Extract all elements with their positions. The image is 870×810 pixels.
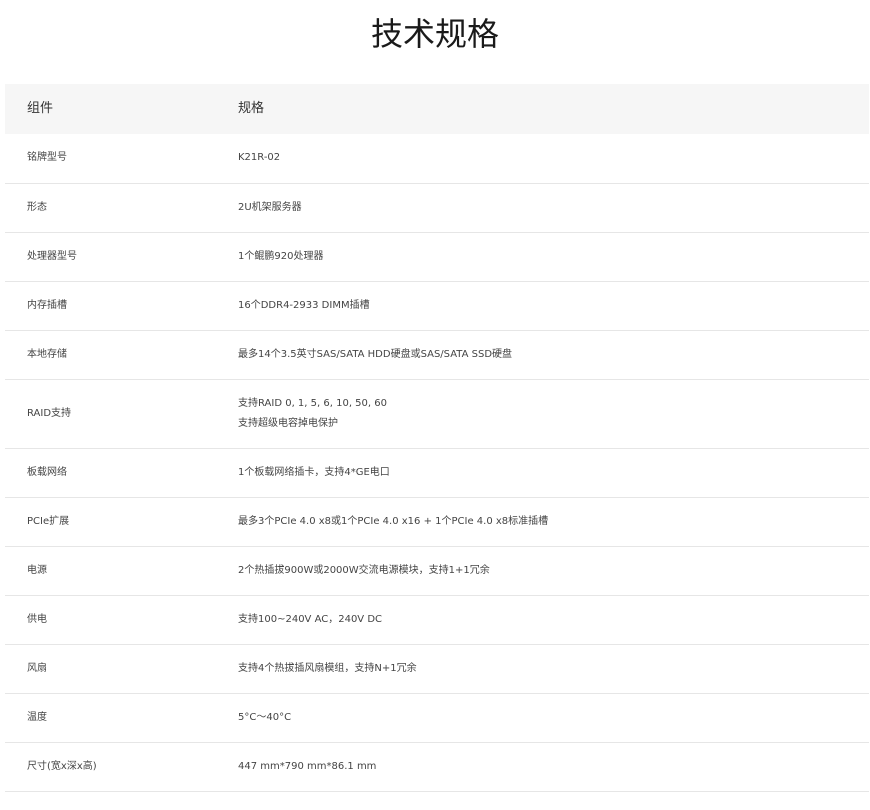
- spec-line: 支持超级电容掉电保护: [238, 417, 338, 429]
- spec-line: 支持4个热拔插风扇模组，支持N+1冗余: [238, 662, 417, 674]
- row-component: 温度: [27, 711, 47, 723]
- row-spec: 2U机架服务器: [238, 183, 869, 232]
- spec-line: 最多14个3.5英寸SAS/SATA HDD硬盘或SAS/SATA SSD硬盘: [238, 348, 513, 360]
- row-spec: 支持RAID 0, 1, 5, 6, 10, 50, 60 支持超级电容掉电保护: [238, 379, 869, 448]
- row-spec: 1个鲲鹏920处理器: [238, 232, 869, 281]
- table-header-row: 组件 规格: [5, 84, 869, 134]
- row-spec: 最多3个PCIe 4.0 x8或1个PCIe 4.0 x16 + 1个PCIe …: [238, 497, 869, 546]
- row-component: 形态: [27, 201, 47, 213]
- spec-line: 2个热插拔900W或2000W交流电源模块，支持1+1冗余: [238, 564, 490, 576]
- table-row: 形态 2U机架服务器: [5, 183, 869, 232]
- row-spec: 最多14个3.5英寸SAS/SATA HDD硬盘或SAS/SATA SSD硬盘: [238, 330, 869, 379]
- row-component: RAID支持: [27, 407, 72, 419]
- row-component: 处理器型号: [27, 250, 77, 262]
- spec-table: 组件 规格 铭牌型号 K21R-02 形态 2U机架服务器 处理器型号 1个鲲鹏…: [5, 84, 869, 792]
- row-component: 供电: [27, 613, 47, 625]
- row-component: 尺寸(宽x深x高): [27, 760, 97, 772]
- table-row: 电源 2个热插拔900W或2000W交流电源模块，支持1+1冗余: [5, 546, 869, 595]
- row-spec: 5°C～40°C: [238, 693, 869, 742]
- spec-line: 16个DDR4-2933 DIMM插槽: [238, 299, 370, 311]
- column-header-component: 组件: [27, 101, 54, 116]
- row-component: 本地存储: [27, 348, 67, 360]
- row-spec: 支持4个热拔插风扇模组，支持N+1冗余: [238, 644, 869, 693]
- table-row: 尺寸(宽x深x高) 447 mm*790 mm*86.1 mm: [5, 742, 869, 791]
- row-component: 电源: [27, 564, 47, 576]
- table-row: 风扇 支持4个热拔插风扇模组，支持N+1冗余: [5, 644, 869, 693]
- spec-line: K21R-02: [238, 152, 281, 164]
- table-row: 供电 支持100~240V AC，240V DC: [5, 595, 869, 644]
- spec-line: 支持RAID 0, 1, 5, 6, 10, 50, 60: [238, 397, 387, 409]
- row-component: 铭牌型号: [27, 152, 67, 164]
- spec-line: 447 mm*790 mm*86.1 mm: [238, 760, 377, 772]
- table-row: 内存插槽 16个DDR4-2933 DIMM插槽: [5, 281, 869, 330]
- row-spec: 16个DDR4-2933 DIMM插槽: [238, 281, 869, 330]
- spec-line: 最多3个PCIe 4.0 x8或1个PCIe 4.0 x16 + 1个PCIe …: [238, 515, 549, 527]
- row-component: 板载网络: [27, 466, 67, 478]
- table-row: PCIe扩展 最多3个PCIe 4.0 x8或1个PCIe 4.0 x16 + …: [5, 497, 869, 546]
- spec-line: 5°C～40°C: [238, 711, 292, 723]
- spec-line: 支持100~240V AC，240V DC: [238, 613, 383, 625]
- spec-line: 2U机架服务器: [238, 201, 302, 213]
- row-spec: 2个热插拔900W或2000W交流电源模块，支持1+1冗余: [238, 546, 869, 595]
- column-header-spec: 规格: [238, 101, 265, 116]
- table-row: 处理器型号 1个鲲鹏920处理器: [5, 232, 869, 281]
- row-component: 风扇: [27, 662, 47, 674]
- row-component: 内存插槽: [27, 299, 67, 311]
- spec-line: 1个板载网络插卡，支持4*GE电口: [238, 466, 390, 478]
- row-spec: 1个板载网络插卡，支持4*GE电口: [238, 448, 869, 497]
- row-spec: 支持100~240V AC，240V DC: [238, 595, 869, 644]
- row-component: PCIe扩展: [27, 515, 70, 527]
- table-row: 板载网络 1个板载网络插卡，支持4*GE电口: [5, 448, 869, 497]
- table-row: RAID支持 支持RAID 0, 1, 5, 6, 10, 50, 60 支持超…: [5, 379, 869, 448]
- table-row: 温度 5°C～40°C: [5, 693, 869, 742]
- page-title: 技术规格: [370, 15, 499, 53]
- row-spec: K21R-02: [238, 134, 869, 183]
- table-row: 本地存储 最多14个3.5英寸SAS/SATA HDD硬盘或SAS/SATA S…: [5, 330, 869, 379]
- spec-line: 1个鲲鹏920处理器: [238, 250, 324, 262]
- table-row: 铭牌型号 K21R-02: [5, 134, 869, 183]
- row-spec: 447 mm*790 mm*86.1 mm: [238, 742, 869, 791]
